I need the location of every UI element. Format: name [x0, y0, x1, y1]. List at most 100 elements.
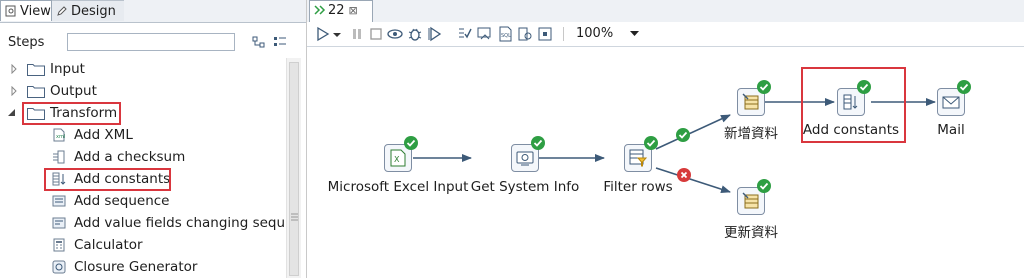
folder-icon [27, 64, 45, 76]
debug-icon[interactable] [407, 26, 423, 42]
collapse-tree-icon[interactable] [273, 36, 287, 48]
tree-step-label: Closure Generator [74, 259, 198, 275]
editor-tabs: 22 ⊠ [307, 0, 1024, 23]
tree-step-closure-generator[interactable]: Closure Generator [0, 256, 285, 278]
status-ok-icon [404, 136, 418, 150]
tab-transformation[interactable]: 22 ⊠ [309, 0, 373, 22]
calculator-icon [53, 238, 65, 252]
transformation-canvas[interactable]: X Microsoft Excel Input Get System Info … [307, 47, 1024, 278]
grip-icon [291, 213, 298, 221]
tree-scrollbar-thumb[interactable] [289, 62, 299, 276]
replay-icon[interactable] [427, 26, 443, 42]
transformation-editor: 22 ⊠ SQL 100% X Microsoft Excel Input Ge… [307, 0, 1024, 278]
add-constants-icon [843, 94, 858, 110]
editor-toolbar: SQL 100% [307, 22, 1024, 47]
expand-arrow-icon[interactable] [9, 64, 19, 74]
run-dropdown-icon[interactable] [332, 26, 342, 42]
tree-step-add-a-checksum[interactable]: Add a checksum [0, 146, 285, 168]
value-fields-icon [52, 217, 66, 229]
tree-folder-label: Input [50, 61, 85, 77]
tree-folder-label: Output [50, 83, 97, 99]
status-ok-icon [957, 80, 971, 94]
verify-icon[interactable] [457, 26, 473, 42]
status-ok-icon [644, 136, 658, 150]
svg-text:xml: xml [56, 134, 65, 140]
step-label: Microsoft Excel Input [327, 179, 469, 195]
excel-input-icon: X [390, 149, 406, 167]
add-xml-icon: xml [53, 128, 65, 142]
tree-folder-transform[interactable]: Transform [0, 102, 285, 124]
run-icon[interactable] [315, 26, 331, 42]
tree-step-add-constants[interactable]: Add constants [0, 168, 285, 190]
expand-tree-icon[interactable] [252, 36, 266, 48]
tree-step-label: Add a checksum [74, 149, 186, 165]
step-label: Get System Info [470, 179, 580, 195]
status-ok-icon [857, 80, 871, 94]
steps-search-input[interactable] [67, 33, 235, 51]
hop-false-icon [677, 168, 691, 182]
hop-filter-to-insert[interactable] [655, 114, 731, 150]
step-label: 更新資料 [724, 225, 778, 241]
folder-icon [27, 108, 45, 120]
tree-step-label: Add constants [74, 171, 171, 187]
filter-rows-icon [629, 149, 647, 167]
expand-arrow-icon[interactable] [9, 86, 19, 96]
steps-panel: View Design Steps Input Output Transform [0, 0, 307, 278]
sequence-icon [52, 195, 66, 207]
insert-update-icon [742, 93, 759, 110]
tree-folder-input[interactable]: Input [0, 58, 285, 80]
mail-icon [942, 96, 960, 109]
system-info-icon [516, 151, 534, 166]
svg-text:X: X [394, 155, 400, 164]
impact-icon[interactable] [477, 26, 493, 42]
steps-tree: Input Output Transform xml Add XML Add a… [0, 58, 285, 278]
step-label: Filter rows [603, 179, 673, 195]
pause-icon[interactable] [349, 26, 365, 42]
tree-scrollbar[interactable] [286, 58, 301, 278]
tab-view[interactable]: View [0, 0, 52, 21]
tree-step-add-value-fields-changing-sequence[interactable]: Add value fields changing sequence [0, 212, 285, 234]
tree-folder-output[interactable]: Output [0, 80, 285, 102]
steps-header: Steps [0, 30, 306, 54]
folder-icon [27, 86, 45, 98]
checksum-icon [53, 150, 65, 164]
show-results-icon[interactable] [537, 26, 553, 42]
tree-step-label: Add sequence [74, 193, 170, 209]
hop-true-icon [676, 128, 690, 142]
tree-step-label: Calculator [74, 237, 143, 253]
pencil-icon [57, 6, 67, 16]
explore-db-icon[interactable] [517, 26, 533, 42]
tree-step-label: Add XML [74, 127, 133, 143]
tree-step-label: Add value fields changing sequence [74, 215, 285, 231]
step-label: Mail [937, 122, 965, 138]
toolbar-separator [563, 27, 564, 41]
stop-icon[interactable] [368, 26, 384, 42]
step-label: Add constants [802, 122, 900, 138]
tree-folder-label: Transform [50, 105, 118, 121]
chevron-down-icon[interactable] [630, 31, 639, 37]
tree-step-add-xml[interactable]: xml Add XML [0, 124, 285, 146]
tab-design-label: Design [71, 4, 116, 19]
sql-icon[interactable]: SQL [497, 26, 513, 42]
status-ok-icon [757, 80, 771, 94]
svg-text:SQL: SQL [501, 33, 511, 39]
tab-design[interactable]: Design [52, 0, 124, 21]
add-constants-icon [52, 172, 66, 186]
steps-label: Steps [8, 35, 45, 50]
tree-step-add-sequence[interactable]: Add sequence [0, 190, 285, 212]
transformation-icon [314, 5, 326, 15]
close-tab-icon[interactable]: ⊠ [349, 4, 358, 17]
closure-icon [52, 260, 66, 274]
collapse-arrow-icon[interactable] [7, 108, 17, 118]
preview-icon[interactable] [387, 26, 403, 42]
view-icon [5, 5, 16, 17]
tree-step-calculator[interactable]: Calculator [0, 234, 285, 256]
tab-label: 22 [328, 3, 345, 18]
left-panel-tabs: View Design [0, 0, 306, 23]
status-ok-icon [531, 136, 545, 150]
update-icon [742, 192, 759, 209]
hops-layer [413, 98, 936, 194]
step-label: 新增資料 [724, 126, 778, 142]
status-ok-icon [757, 179, 771, 193]
tab-view-label: View [20, 4, 51, 19]
